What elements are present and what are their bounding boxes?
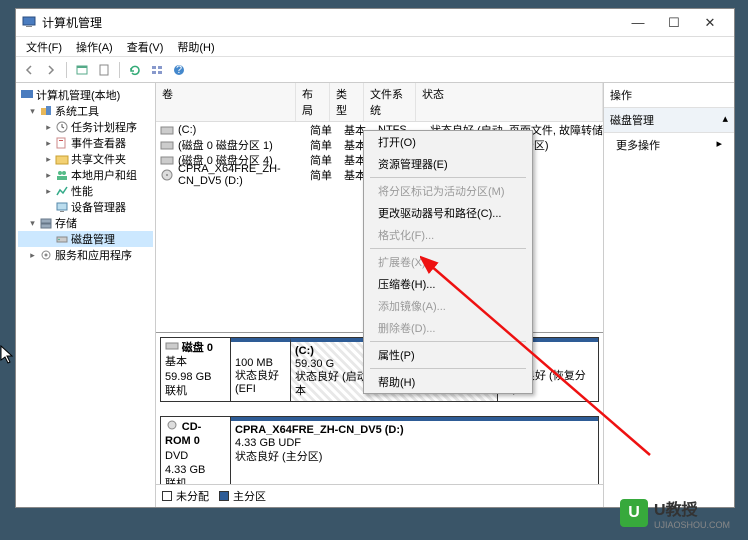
volume-list-header: 卷 布局 类型 文件系统 状态 [156, 83, 603, 122]
cdrom-header[interactable]: CD-ROM 0 DVD 4.33 GB 联机 [161, 417, 231, 484]
tree-performance[interactable]: ▸性能 [18, 183, 153, 199]
tree-disk-management[interactable]: 磁盘管理 [18, 231, 153, 247]
ctx-mark-active: 将分区标记为活动分区(M) [364, 180, 532, 202]
back-icon[interactable] [20, 61, 38, 79]
refresh-icon[interactable] [126, 61, 144, 79]
watermark-url: UJIAOSHOU.COM [654, 520, 730, 530]
tree-local-users[interactable]: ▸本地用户和组 [18, 167, 153, 183]
mouse-cursor-icon [0, 345, 16, 365]
ctx-format: 格式化(F)... [364, 224, 532, 246]
disk-0-header[interactable]: 磁盘 0 基本 59.98 GB 联机 [161, 338, 231, 401]
tree-task-scheduler[interactable]: ▸任务计划程序 [18, 119, 153, 135]
forward-icon[interactable] [42, 61, 60, 79]
tree-system-tools[interactable]: ▾系统工具 [18, 103, 153, 119]
col-status[interactable]: 状态 [416, 83, 603, 121]
tree-shared-folders[interactable]: ▸共享文件夹 [18, 151, 153, 167]
col-volume[interactable]: 卷 [156, 83, 296, 121]
tree-root[interactable]: 计算机管理(本地) [18, 87, 153, 103]
menu-action[interactable]: 操作(A) [72, 39, 117, 55]
properties-icon[interactable] [95, 61, 113, 79]
actions-more[interactable]: 更多操作▸ [604, 133, 734, 157]
col-type[interactable]: 类型 [330, 83, 364, 121]
ctx-delete: 删除卷(D)... [364, 317, 532, 339]
watermark: U U教授 UJIAOSHOU.COM [620, 496, 730, 530]
titlebar: 计算机管理 — ☐ ✕ [16, 9, 734, 37]
minimize-button[interactable]: — [620, 12, 656, 34]
close-button[interactable]: ✕ [692, 12, 728, 34]
tree-storage[interactable]: ▾存储 [18, 215, 153, 231]
context-menu: 打开(O) 资源管理器(E) 将分区标记为活动分区(M) 更改驱动器号和路径(C… [363, 130, 533, 394]
help-icon[interactable]: ? [170, 61, 188, 79]
menu-file[interactable]: 文件(F) [22, 39, 66, 55]
window-title: 计算机管理 [42, 14, 620, 31]
ctx-change-letter[interactable]: 更改驱动器号和路径(C)... [364, 202, 532, 224]
legend-unallocated: 未分配 [162, 488, 209, 504]
tree-device-manager[interactable]: 设备管理器 [18, 199, 153, 215]
col-layout[interactable]: 布局 [296, 83, 330, 121]
toolbar: ? [16, 57, 734, 83]
legend: 未分配 主分区 [156, 484, 603, 507]
collapse-icon: ▴ [722, 112, 728, 128]
partition-dvd[interactable]: CPRA_X64FRE_ZH-CN_DV5 (D:)4.33 GB UDF状态良… [231, 417, 598, 484]
nav-tree: 计算机管理(本地) ▾系统工具 ▸任务计划程序 ▸事件查看器 ▸共享文件夹 ▸本… [16, 83, 156, 507]
actions-pane: 操作 磁盘管理▴ 更多操作▸ [604, 83, 734, 507]
svg-text:?: ? [176, 64, 182, 76]
actions-section[interactable]: 磁盘管理▴ [604, 108, 734, 133]
watermark-icon: U [620, 499, 648, 527]
maximize-button[interactable]: ☐ [656, 12, 692, 34]
ctx-add-mirror: 添加镜像(A)... [364, 295, 532, 317]
ctx-open[interactable]: 打开(O) [364, 131, 532, 153]
ctx-help[interactable]: 帮助(H) [364, 371, 532, 393]
actions-header: 操作 [604, 83, 734, 108]
app-icon [22, 16, 36, 30]
ctx-extend: 扩展卷(X)... [364, 251, 532, 273]
tree-event-viewer[interactable]: ▸事件查看器 [18, 135, 153, 151]
up-icon[interactable] [73, 61, 91, 79]
legend-primary: 主分区 [219, 488, 266, 504]
menubar: 文件(F) 操作(A) 查看(V) 帮助(H) [16, 37, 734, 57]
ctx-shrink[interactable]: 压缩卷(H)... [364, 273, 532, 295]
cdrom-row: CD-ROM 0 DVD 4.33 GB 联机 CPRA_X64FRE_ZH-C… [160, 416, 599, 484]
menu-help[interactable]: 帮助(H) [173, 39, 218, 55]
menu-view[interactable]: 查看(V) [123, 39, 168, 55]
view-icon[interactable] [148, 61, 166, 79]
ctx-explorer[interactable]: 资源管理器(E) [364, 153, 532, 175]
tree-services[interactable]: ▸服务和应用程序 [18, 247, 153, 263]
partition-efi[interactable]: 100 MB状态良好 (EFI [231, 338, 291, 401]
ctx-properties[interactable]: 属性(P) [364, 344, 532, 366]
col-fs[interactable]: 文件系统 [364, 83, 416, 121]
chevron-right-icon: ▸ [716, 137, 722, 153]
watermark-brand: U教授 [654, 496, 730, 520]
